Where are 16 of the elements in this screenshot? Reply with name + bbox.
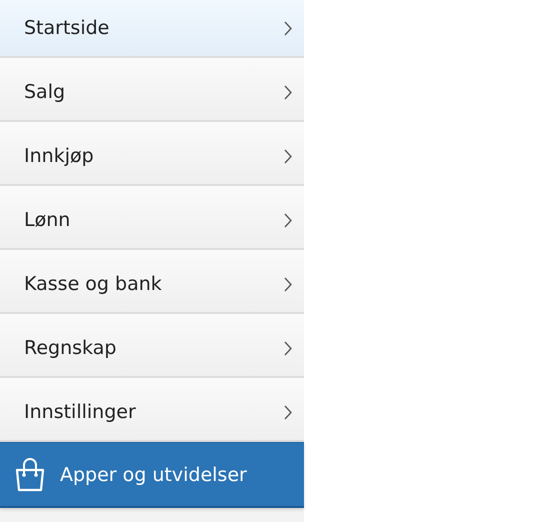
menu-item[interactable]: Regnskap [0, 314, 304, 378]
chevron-right-icon [284, 20, 292, 36]
chevron-right-icon [284, 404, 292, 420]
chevron-right-icon [284, 84, 292, 100]
menu-item[interactable]: Kasse og bank [0, 250, 304, 314]
chevron-right-icon [284, 276, 292, 292]
apps-button[interactable]: Apper og utvidelser [0, 442, 304, 508]
shopping-bag-icon [14, 458, 46, 492]
chevron-right-icon [284, 148, 292, 164]
menu-item[interactable]: Lønn [0, 186, 304, 250]
chevron-right-icon [284, 340, 292, 356]
menu-item[interactable]: Innstillinger [0, 378, 304, 442]
chevron-right-icon [284, 212, 292, 228]
menu-item[interactable]: Startside [0, 0, 304, 58]
menu-item[interactable]: Salg [0, 58, 304, 122]
menu-item[interactable]: Innkjøp [0, 122, 304, 186]
